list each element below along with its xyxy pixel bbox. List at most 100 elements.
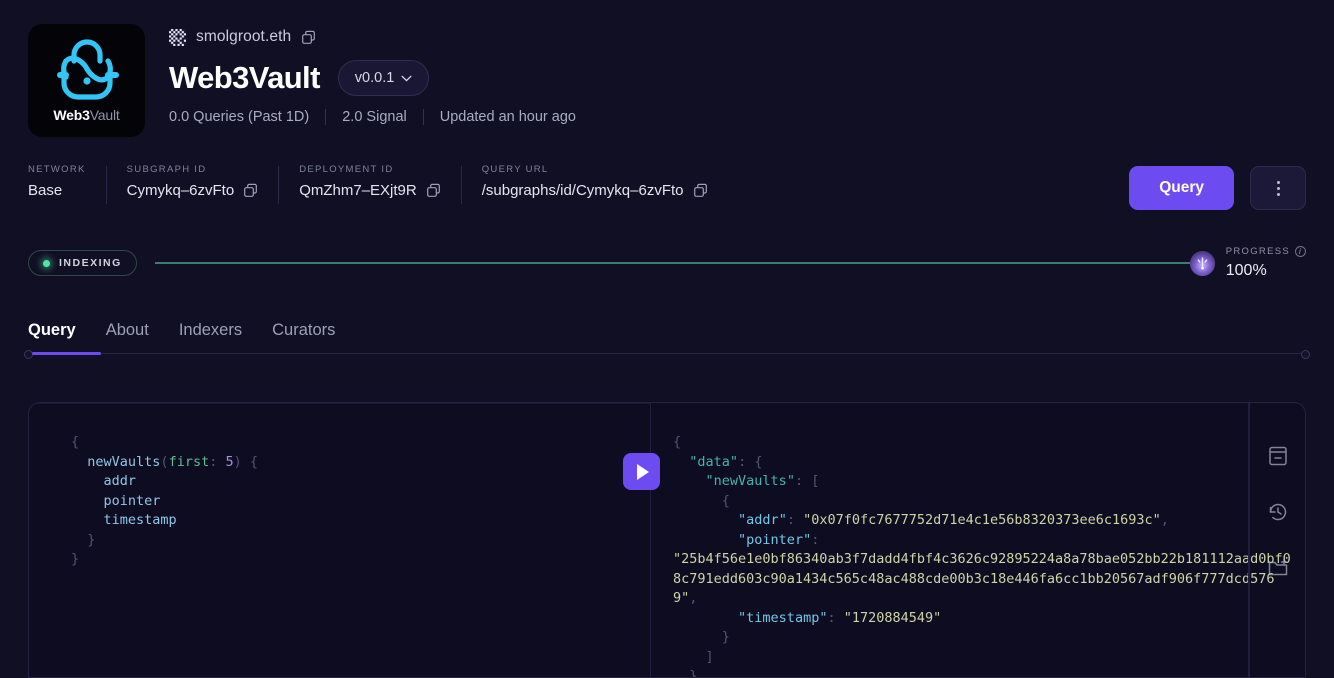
logo-dot [82, 76, 91, 85]
tok-brace-close: } [87, 531, 96, 548]
progress-group: PROGRESS i 100% [1189, 246, 1306, 281]
tok-sel-timestamp: timestamp [103, 512, 177, 528]
tab-underline-track [24, 349, 1310, 359]
logo-word-light: Vault [89, 106, 120, 123]
query-editor-code[interactable]: { newVaults(first: 5) { addr pointer tim… [29, 433, 650, 570]
query-url: /subgraphs/id/Cymykq–6zvFto [481, 182, 684, 199]
more-vertical-icon [1276, 180, 1280, 196]
res-key-pointer: pointer [746, 531, 804, 548]
meta-cell-deployment-id: DEPLOYMENT ID QmZhm7–EXjt9R [278, 164, 461, 204]
query-editor-pane[interactable]: { newVaults(first: 5) { addr pointer tim… [29, 403, 651, 677]
meta-label-query-url: QUERY URL [481, 164, 549, 175]
header-actions: Query [1129, 164, 1306, 210]
tok-root-open: { [71, 434, 80, 450]
status-dot-icon [43, 259, 50, 267]
meta-label-network: NETWORK [28, 164, 86, 175]
subgraph-logo: Web3Vault [28, 24, 145, 137]
logo-word-bold: Web3 [53, 106, 90, 123]
play-icon [637, 463, 649, 480]
progress-value: 100% [1225, 261, 1267, 279]
meta-cell-query-url: QUERY URL /subgraphs/id/Cymykq–6zvFto [460, 164, 728, 204]
meta-label-deployment-id: DEPLOYMENT ID [299, 164, 394, 175]
tok-paren-open: ( [160, 453, 169, 470]
res-value-addr: 0x07f0fc7677752d71e4c1e56b8320373ee6c169… [811, 512, 1153, 528]
tabs-section: Query About Indexers Curators [24, 321, 1310, 359]
stat-divider [325, 109, 327, 125]
res-key-data: data [697, 453, 730, 470]
tok-paren-close: ) [233, 453, 242, 470]
tab-curators[interactable]: Curators [272, 321, 335, 353]
logo-wordmark: Web3Vault [53, 107, 119, 123]
web3vault-infinity-lock-logo-icon [56, 38, 119, 100]
progress-title-row: PROGRESS i [1226, 246, 1306, 258]
meta-value-network: Base [28, 182, 86, 199]
progress-orb-icon [1189, 250, 1215, 277]
res-key-newvaults: newVaults [713, 473, 787, 489]
tab-list: Query About Indexers Curators [28, 321, 1306, 353]
owner-identicon-icon [169, 28, 186, 46]
owner-name[interactable]: smolgroot.eth [196, 28, 291, 46]
page-title: Web3Vault [169, 60, 320, 95]
tok-sel-addr: addr [103, 473, 137, 489]
query-button[interactable]: Query [1129, 166, 1234, 210]
stat-queries: 0.0 Queries (Past 1D) [169, 109, 310, 125]
stat-divider [422, 109, 424, 125]
progress-label: PROGRESS [1225, 246, 1290, 257]
tok-num: 5 [225, 453, 234, 470]
version-label: v0.0.1 [354, 70, 395, 86]
status-badge-label: INDEXING [59, 257, 122, 270]
copy-icon[interactable] [243, 183, 258, 198]
indexing-status-row: INDEXING PROGRESS i 100% [28, 246, 1306, 281]
meta-cell-network: NETWORK Base [28, 164, 106, 199]
editor-tools-sidebar [1249, 403, 1305, 677]
response-pane: { "data": { "newVaults": [ { "addr": "0x… [623, 403, 1305, 678]
res-value-timestamp: 1720884549 [851, 609, 934, 626]
meta-label-subgraph-id: SUBGRAPH ID [126, 164, 207, 175]
stat-updated: Updated an hour ago [439, 109, 576, 125]
history-icon[interactable] [1267, 501, 1289, 523]
run-query-button[interactable] [623, 453, 660, 490]
status-badge: INDEXING [28, 250, 137, 277]
tab-indexers[interactable]: Indexers [179, 321, 242, 353]
meta-cell-subgraph-id: SUBGRAPH ID Cymykq–6zvFto [105, 164, 279, 204]
meta-value-subgraph-id: Cymykq–6zvFto [127, 182, 259, 199]
owner-row: smolgroot.eth [169, 26, 1306, 48]
editor-top-rule [29, 403, 650, 404]
progress-text: PROGRESS i 100% [1226, 246, 1306, 281]
subgraph-id: Cymykq–6zvFto [126, 182, 235, 199]
copy-icon[interactable] [301, 30, 316, 45]
graphql-playground-panel: { newVaults(first: 5) { addr pointer tim… [28, 402, 1306, 678]
tab-query[interactable]: Query [28, 321, 76, 353]
page-header: Web3Vault smolgroot.eth Web3Vault v0.0.1… [0, 0, 1334, 137]
meta-value-deployment-id: QmZhm7–EXjt9R [299, 182, 441, 199]
res-key-addr: addr [746, 512, 779, 528]
tok-root-close: } [71, 551, 80, 567]
tok-field: newVaults [87, 453, 161, 470]
tok-sel-pointer: pointer [103, 492, 161, 509]
network-name: Base [28, 182, 63, 199]
more-options-button[interactable] [1250, 166, 1306, 210]
res-value-pointer: 25b4f56e1e0bf86340ab3f7dadd4fbf4c3626c92… [673, 551, 1291, 606]
deployment-id: QmZhm7–EXjt9R [299, 182, 417, 199]
res-key-timestamp: timestamp [746, 609, 820, 626]
docs-icon[interactable] [1267, 445, 1289, 467]
info-icon[interactable]: i [1295, 246, 1306, 258]
save-folder-icon[interactable] [1267, 557, 1289, 579]
meta-value-query-url: /subgraphs/id/Cymykq–6zvFto [482, 182, 708, 199]
copy-icon[interactable] [693, 183, 708, 198]
stats-row: 0.0 Queries (Past 1D) 2.0 Signal Updated… [169, 109, 1306, 125]
title-row: Web3Vault v0.0.1 [169, 60, 1306, 96]
tok-colon: : [209, 453, 218, 470]
chevron-down-icon [401, 75, 412, 82]
response-json: { "data": { "newVaults": [ { "addr": "0x… [673, 434, 1291, 678]
tab-about[interactable]: About [106, 321, 149, 353]
tok-brace-open: { [249, 453, 259, 470]
metadata-row: NETWORK Base SUBGRAPH ID Cymykq–6zvFto D… [28, 164, 1306, 210]
indexing-progress-line [154, 262, 1191, 265]
stat-signal: 2.0 Signal [342, 109, 407, 125]
header-main: smolgroot.eth Web3Vault v0.0.1 0.0 Queri… [169, 24, 1306, 137]
tab-active-indicator [32, 351, 101, 355]
version-selector[interactable]: v0.0.1 [337, 60, 430, 96]
tok-arg: first [168, 453, 210, 470]
copy-icon[interactable] [426, 183, 441, 198]
